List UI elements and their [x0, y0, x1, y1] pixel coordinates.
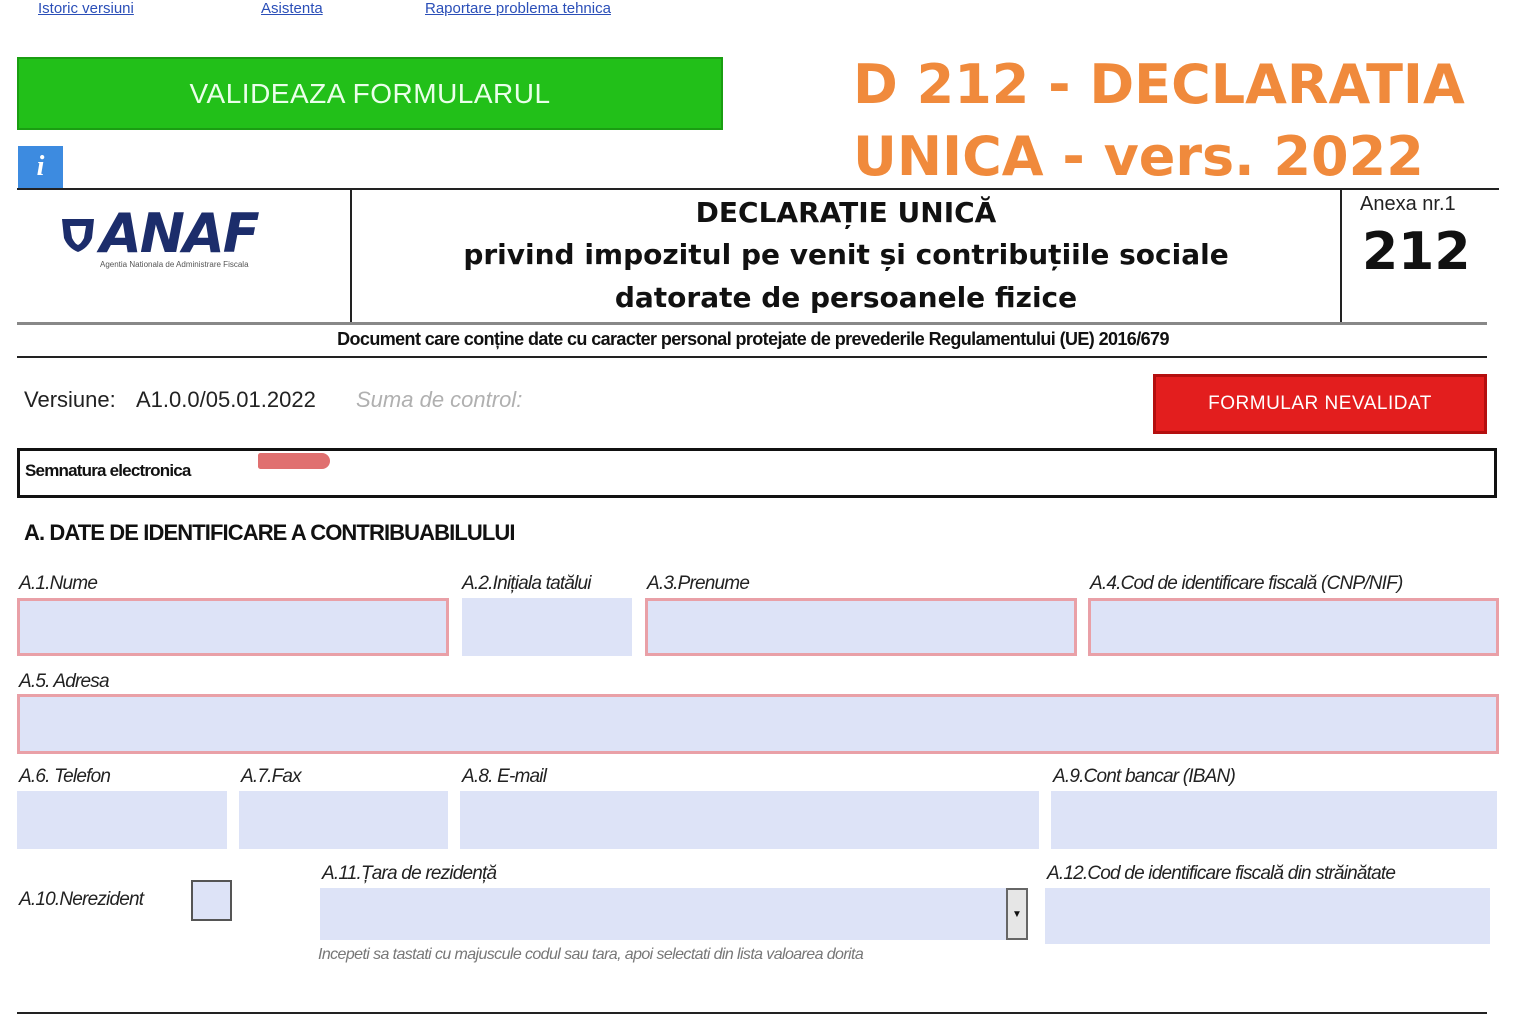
father-initial-label: A.2.Inițiala tatălui — [462, 573, 592, 594]
chevron-down-icon[interactable]: ▼ — [1006, 888, 1028, 940]
gdpr-notice: Document care conține date cu caracter p… — [337, 329, 1169, 349]
fax-input[interactable] — [239, 791, 448, 849]
non-resident-checkbox[interactable] — [191, 880, 232, 921]
surname-input[interactable] — [645, 598, 1077, 656]
anaf-shield-icon — [62, 219, 94, 252]
email-input[interactable] — [460, 791, 1039, 849]
validate-form-button[interactable]: VALIDEAZA FORMULARUL — [17, 57, 723, 130]
checksum-label: Suma de control: — [356, 387, 523, 412]
page-title-line1: D 212 - DECLARATIA — [853, 53, 1465, 116]
info-icon[interactable]: i — [18, 146, 63, 188]
tax-id-label: A.4.Cod de identificare fiscală (CNP/NIF… — [1090, 573, 1403, 594]
foreign-tax-id-label: A.12.Cod de identificare fiscală din str… — [1047, 863, 1396, 884]
name-input[interactable] — [17, 598, 449, 656]
annex-label: Anexa nr.1 — [1360, 193, 1456, 215]
page-title-line2: UNICA - vers. 2022 — [853, 125, 1424, 188]
signature-label: Semnatura electronica — [25, 461, 191, 480]
annex-number: 212 — [1362, 222, 1471, 282]
foreign-tax-id-input[interactable] — [1045, 888, 1490, 944]
surname-label: A.3.Prenume — [647, 573, 750, 594]
section-bottom-divider — [17, 1012, 1487, 1014]
iban-label: A.9.Cont bancar (IBAN) — [1053, 766, 1236, 787]
residence-country-label: A.11.Țara de rezidență — [322, 863, 497, 884]
name-label: A.1.Nume — [19, 573, 98, 594]
address-label: A.5. Adresa — [19, 671, 110, 692]
anaf-logo-subtitle: Agentia Nationala de Administrare Fiscal… — [100, 260, 249, 269]
form-title: DECLARAȚIE UNICĂ — [695, 196, 997, 229]
version-value: A1.0.0/05.01.2022 — [136, 387, 316, 412]
status-badge: FORMULAR NEVALIDAT — [1153, 374, 1487, 434]
non-resident-label: A.10.Nerezident — [19, 889, 144, 910]
header-divider-right — [1340, 190, 1342, 324]
section-a-title: A. DATE DE IDENTIFICARE A CONTRIBUABILUL… — [24, 520, 515, 545]
form-subtitle-1: privind impozitul pe venit și contribuți… — [463, 238, 1229, 271]
phone-label: A.6. Telefon — [19, 766, 111, 787]
signature-field[interactable] — [17, 448, 1497, 498]
address-input[interactable] — [17, 694, 1499, 754]
father-initial-input[interactable] — [462, 598, 632, 656]
version-label: Versiune: — [24, 387, 116, 412]
residence-country-select[interactable] — [320, 888, 1008, 940]
phone-input[interactable] — [17, 791, 227, 849]
signature-pin-icon[interactable] — [258, 453, 330, 469]
anaf-logo: ANAF — [100, 202, 260, 265]
form-subtitle-2: datorate de persoanele fizice — [614, 281, 1078, 314]
header-bottom-border — [17, 322, 1487, 325]
tax-id-input[interactable] — [1088, 598, 1499, 656]
link-report-problem[interactable]: Raportare problema tehnica — [425, 0, 611, 17]
country-hint: Incepeti sa tastati cu majuscule codul s… — [318, 946, 864, 963]
fax-label: A.7.Fax — [241, 766, 302, 787]
link-version-history[interactable]: Istoric versiuni — [38, 0, 134, 17]
iban-input[interactable] — [1051, 791, 1497, 849]
gdpr-bottom-border — [17, 356, 1487, 358]
link-assistance[interactable]: Asistenta — [261, 0, 323, 17]
header-top-border — [17, 188, 1499, 190]
email-label: A.8. E-mail — [462, 766, 547, 787]
